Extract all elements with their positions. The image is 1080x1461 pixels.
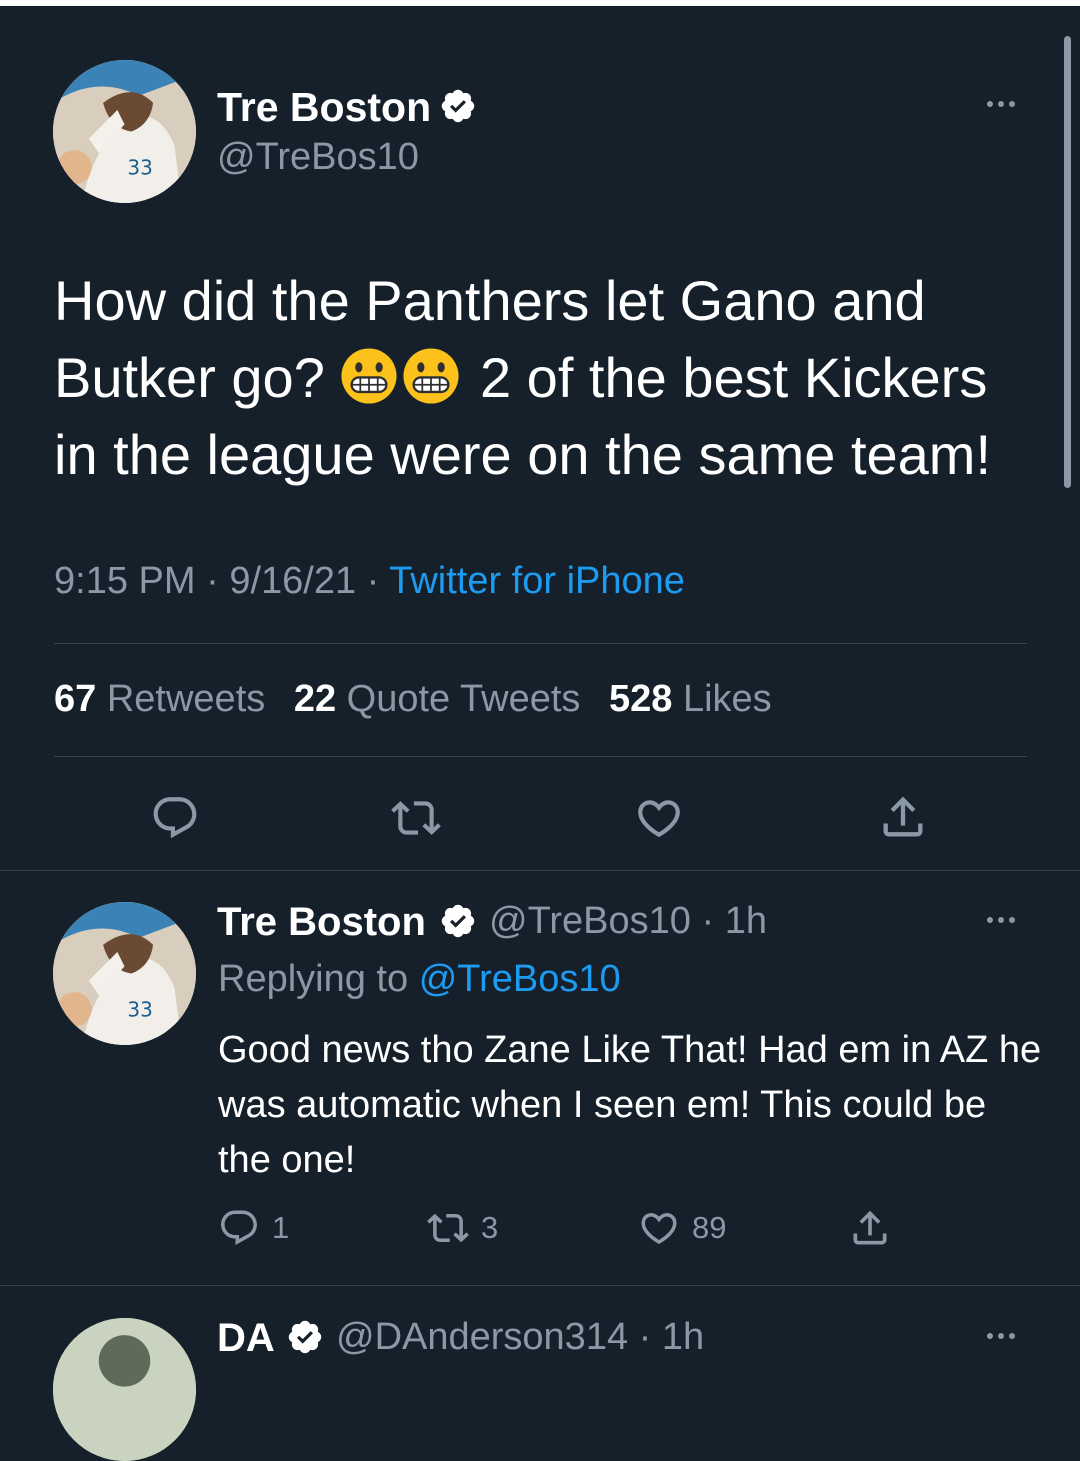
next-avatar[interactable] <box>53 1318 196 1461</box>
separator: · <box>206 560 219 602</box>
quotes-count: 22 <box>293 678 337 720</box>
like-icon <box>641 1213 677 1245</box>
verified-badge-icon <box>288 1320 322 1354</box>
replying-to: Replying to @TreBos10 <box>218 958 621 1001</box>
divider <box>54 756 1027 757</box>
tweet-text: How did the Panthers let Gano and Butker… <box>54 262 1044 493</box>
avatar[interactable]: 33 <box>53 60 196 203</box>
next-author-handle[interactable]: @DAnderson314 <box>336 1316 628 1358</box>
replying-to-link[interactable]: @TreBos10 <box>419 958 621 1000</box>
author-handle[interactable]: @TreBos10 <box>217 136 419 179</box>
engagement-stats: 67 Retweets 22 Quote Tweets 528 Likes <box>54 678 772 721</box>
share-button[interactable] <box>848 1206 892 1250</box>
divider <box>0 1285 1080 1286</box>
more-icon[interactable] <box>987 101 1015 107</box>
divider <box>54 643 1027 644</box>
reply-author-handle[interactable]: @TreBos10 <box>489 900 691 942</box>
tweet-source[interactable]: Twitter for iPhone <box>389 560 685 602</box>
next-author-name[interactable]: DA <box>217 1316 275 1361</box>
reply-time[interactable]: 1h <box>725 900 767 942</box>
top-edge <box>0 0 1080 6</box>
retweets-stat[interactable]: 67 Retweets <box>54 678 265 720</box>
divider <box>0 870 1080 871</box>
like-count: 89 <box>692 1210 727 1245</box>
like-icon <box>638 800 680 838</box>
avatar-photo <box>53 1318 196 1461</box>
like-button[interactable]: 89 <box>638 1207 726 1249</box>
quotes-label: Quote Tweets <box>346 678 581 720</box>
verified-badge-icon <box>441 89 475 123</box>
share-icon <box>853 1210 887 1245</box>
scrollbar[interactable] <box>1064 36 1071 488</box>
svg-text:33: 33 <box>127 155 152 179</box>
reply-icon <box>153 797 197 839</box>
more-icon[interactable] <box>987 1333 1015 1339</box>
verified-badge-icon <box>441 904 475 938</box>
reply-text: Good news tho Zane Like That! Had em in … <box>218 1029 1042 1181</box>
retweet-button[interactable]: 3 <box>427 1207 498 1249</box>
replying-label: Replying to <box>218 958 409 1000</box>
reply-count: 1 <box>272 1210 290 1245</box>
reply-icon <box>221 1210 257 1245</box>
reply-handle-line: @TreBos10 · 1h <box>489 900 767 943</box>
svg-text:33: 33 <box>127 997 152 1021</box>
reply-avatar[interactable]: 33 <box>53 902 196 1045</box>
likes-stat[interactable]: 528 Likes <box>609 678 772 720</box>
avatar-photo: 33 <box>53 902 196 1045</box>
reply-button[interactable]: 1 <box>218 1207 289 1249</box>
next-time[interactable]: 1h <box>662 1316 704 1358</box>
tweet-time[interactable]: 9:15 PM <box>54 560 196 602</box>
separator: · <box>366 560 380 602</box>
reply-button[interactable] <box>150 793 200 843</box>
share-icon <box>883 796 923 837</box>
reply-author-name[interactable]: Tre Boston <box>217 900 426 945</box>
tweet-date[interactable]: 9/16/21 <box>229 560 356 602</box>
likes-label: Likes <box>682 678 772 720</box>
retweets-label: Retweets <box>106 678 266 720</box>
retweet-icon <box>391 801 441 835</box>
avatar-photo: 33 <box>53 60 196 203</box>
grimacing-face-icon <box>403 348 459 404</box>
author-name[interactable]: Tre Boston <box>217 84 431 131</box>
share-button[interactable] <box>877 791 929 843</box>
retweets-count: 67 <box>54 678 97 720</box>
retweet-count: 3 <box>481 1210 499 1245</box>
separator: · <box>701 900 715 942</box>
quotes-stat[interactable]: 22 Quote Tweets <box>294 678 581 720</box>
next-handle-line: @DAnderson314 · 1h <box>336 1316 704 1359</box>
likes-count: 528 <box>609 678 673 720</box>
grimacing-face-icon <box>341 348 397 404</box>
separator: · <box>638 1316 652 1358</box>
tweet-meta: 9:15 PM · 9/16/21 · Twitter for iPhone <box>54 560 685 603</box>
more-icon[interactable] <box>987 917 1015 923</box>
retweet-button[interactable] <box>391 793 441 843</box>
like-button[interactable] <box>634 793 684 843</box>
retweet-icon <box>427 1213 469 1243</box>
